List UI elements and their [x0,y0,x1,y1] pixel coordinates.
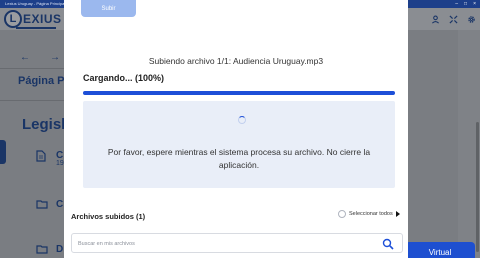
window-title: Lexius Uruguay - Página Principal [5,1,66,6]
processing-info-box: Por favor, espere mientras el sistema pr… [83,101,395,188]
document-icon [36,150,46,162]
bg-right-column [458,30,480,258]
maximize-icon[interactable]: □ [464,0,467,8]
logo-text: EXIUS [23,12,62,26]
folder-icon [36,245,48,254]
upload-modal: Subir Subiendo archivo 1/1: Audiencia Ur… [64,0,408,258]
submit-button[interactable]: Subir [81,0,136,17]
doc-label: D [56,244,64,255]
doc-row[interactable]: C 19 [36,150,64,167]
header-icons [431,15,476,26]
window-controls: – □ × [455,0,476,8]
doc-row[interactable]: D [36,244,63,257]
virtual-button[interactable]: Virtual [405,242,475,258]
select-all-label: Seleccionar todos [349,211,393,217]
search-icon[interactable] [382,238,394,250]
gear-icon[interactable] [467,15,476,26]
progress-bar [83,91,395,95]
divider [0,68,70,69]
collapse-icon[interactable] [449,15,458,26]
doc-row[interactable]: C [36,199,63,212]
logo-underline [16,27,56,29]
sidebar-toggle[interactable] [0,140,6,164]
scrollbar[interactable] [476,122,479,252]
forward-arrow-icon[interactable]: → [50,52,60,63]
minimize-icon[interactable]: – [455,0,458,8]
virtual-button-label: Virtual [428,247,452,257]
close-icon[interactable]: × [473,0,476,8]
user-icon[interactable] [431,15,440,26]
divider [0,100,70,101]
doc-label: C [56,199,64,210]
uploaded-files-title: Archivos subidos (1) [71,212,146,221]
folder-icon [36,200,48,209]
processing-message: Por favor, espere mientras el sistema pr… [107,147,371,170]
back-arrow-icon[interactable]: ← [20,52,30,63]
doc-sub: 19 [56,160,64,167]
select-all-toggle[interactable]: Seleccionar todos [338,210,400,218]
select-all-checkbox[interactable] [338,210,346,218]
progress-fill [83,91,395,95]
search-input[interactable] [78,238,368,249]
logo-mark: L [4,10,22,28]
history-nav: ← → [20,52,60,63]
upload-status: Subiendo archivo 1/1: Audiencia Uruguay.… [148,56,324,66]
pointer-cursor-icon [395,211,400,217]
search-field[interactable] [71,233,403,253]
loading-label: Cargando... (100%) [83,73,165,83]
app-logo: L EXIUS [4,10,62,28]
spinner-icon [238,116,246,124]
